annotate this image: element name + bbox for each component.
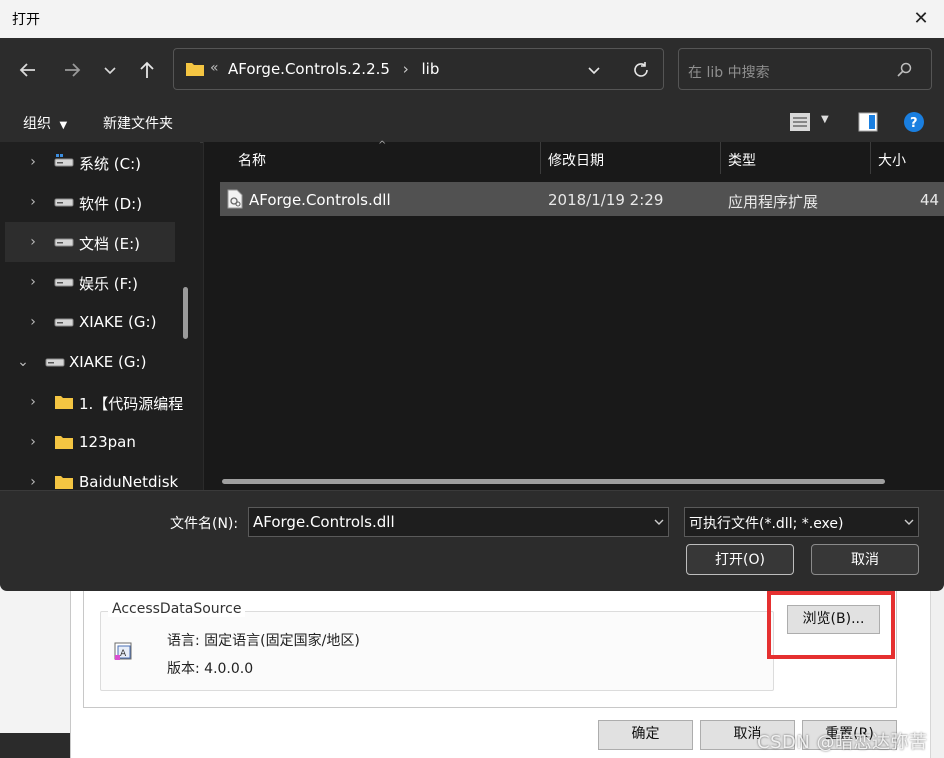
background-taskbar-strip (0, 733, 70, 758)
chevron-right-icon[interactable]: › (26, 222, 40, 262)
organize-label: 组织 (23, 116, 51, 132)
chevron-right-icon[interactable]: › (26, 142, 40, 182)
chevron-right-icon[interactable]: › (26, 422, 40, 462)
sort-ascending-icon: ^ (378, 140, 387, 151)
tree-item-label: XIAKE (G:) (79, 313, 157, 331)
open-button[interactable]: 打开(O) (686, 544, 794, 575)
horizontal-scrollbar-thumb[interactable] (222, 479, 885, 484)
folder-icon (55, 476, 73, 489)
tree-item[interactable]: › 文档 (E:) (5, 222, 175, 262)
search-icon[interactable] (896, 61, 914, 79)
filter-dropdown-icon[interactable] (901, 514, 917, 530)
title-bar (0, 0, 944, 38)
refresh-icon[interactable] (630, 59, 652, 81)
watermark-text: CSDN @暗恋达弥苦 (757, 732, 928, 753)
tree-item-label: 1.【代码源编程 (79, 395, 184, 413)
version-info: 版本: 4.0.0.0 (167, 661, 254, 677)
tree-item[interactable]: › 123pan (0, 422, 200, 462)
chevron-right-icon[interactable]: › (26, 262, 40, 302)
drive-icon (54, 198, 74, 207)
back-arrow-icon[interactable] (16, 58, 40, 82)
search-placeholder[interactable]: 在 lib 中搜索 (688, 62, 770, 82)
column-header-name[interactable]: 名称 (238, 150, 266, 170)
chevron-right-icon[interactable]: › (26, 302, 40, 342)
file-type-filter-value[interactable]: 可执行文件(*.dll; *.exe) (689, 513, 844, 533)
new-folder-button[interactable]: 新建文件夹 (103, 113, 173, 133)
background-scrollbar[interactable] (930, 577, 944, 758)
folder-icon (55, 436, 73, 449)
chevron-right-icon[interactable]: › (26, 182, 40, 222)
chevron-down-icon[interactable]: ⌄ (16, 342, 30, 382)
dialog-footer (0, 490, 944, 591)
chevron-right-icon[interactable]: › (26, 382, 40, 422)
file-size: 44 (920, 191, 940, 209)
column-separator[interactable] (720, 142, 721, 174)
column-header-type[interactable]: 类型 (728, 150, 756, 170)
address-overflow[interactable]: « (210, 60, 219, 76)
tree-item-label: XIAKE (G:) (69, 353, 147, 371)
address-path[interactable]: AForge.Controls.2.2.5 › lib (228, 60, 439, 78)
tree-item[interactable]: › 软件 (D:) (0, 182, 200, 222)
ok-button[interactable]: 确定 (598, 720, 693, 750)
filename-value[interactable]: AForge.Controls.dll (253, 513, 395, 531)
drive-icon (54, 238, 74, 247)
tree-item[interactable]: › XIAKE (G:) (0, 302, 200, 342)
address-dropdown-chevron-icon[interactable] (584, 60, 604, 80)
tree-item[interactable]: › 娱乐 (F:) (0, 262, 200, 302)
tree-item-label: 文档 (E:) (79, 235, 141, 253)
assembly-icon: A (114, 642, 132, 660)
file-type: 应用程序扩展 (728, 193, 819, 211)
tree-item-label: 123pan (79, 433, 136, 451)
view-list-icon[interactable] (789, 112, 811, 132)
drive-icon (54, 278, 74, 287)
tree-item-label: 软件 (D:) (79, 195, 143, 213)
tree-item[interactable]: ⌄ XIAKE (G:) (0, 342, 200, 382)
column-header-size[interactable]: 大小 (878, 150, 906, 170)
component-info-group (100, 611, 774, 691)
column-separator[interactable] (870, 142, 871, 174)
preview-pane-icon[interactable] (858, 112, 878, 132)
column-header-modified[interactable]: 修改日期 (548, 150, 604, 170)
forward-arrow-icon[interactable] (60, 58, 84, 82)
close-icon[interactable]: ✕ (908, 6, 934, 32)
up-arrow-icon[interactable] (135, 58, 159, 82)
svg-text:?: ? (910, 116, 918, 131)
tree-item-label: 娱乐 (F:) (79, 275, 138, 293)
tree-item-label: BaiduNetdisk (79, 473, 179, 491)
file-modified: 2018/1/19 2:29 (548, 191, 664, 209)
drive-icon (45, 358, 65, 367)
svg-text:A: A (120, 649, 127, 659)
tree-item[interactable]: › 1.【代码源编程 (0, 382, 200, 422)
recent-locations-chevron-icon[interactable] (100, 60, 120, 80)
tree-item-label: 系统 (C:) (79, 155, 141, 173)
view-options-dropdown-icon[interactable]: ▼ (821, 114, 829, 125)
file-name: AForge.Controls.dll (249, 191, 391, 209)
breadcrumb-segment[interactable]: AForge.Controls.2.2.5 (228, 60, 390, 78)
drive-icon (54, 154, 74, 167)
tree-scrollbar-thumb[interactable] (183, 287, 188, 339)
drive-icon (54, 318, 74, 327)
organize-dropdown-icon: ▼ (59, 120, 68, 131)
filename-dropdown-icon[interactable] (651, 514, 667, 530)
dll-file-icon (227, 189, 243, 209)
language-info: 语言: 固定语言(固定国家/地区) (167, 633, 360, 649)
folder-icon (55, 396, 73, 409)
dialog-title: 打开 (12, 12, 40, 28)
breadcrumb-separator: › (402, 60, 409, 78)
folder-icon (186, 63, 204, 76)
organize-menu[interactable]: 组织 ▼ (23, 113, 67, 133)
filename-label: 文件名(N): (170, 516, 239, 532)
help-icon[interactable]: ? (903, 111, 925, 133)
highlight-annotation-box (767, 591, 895, 659)
column-separator[interactable] (540, 142, 541, 174)
breadcrumb-segment[interactable]: lib (422, 60, 440, 78)
group-title: AccessDataSource (108, 601, 246, 617)
cancel-button[interactable]: 取消 (811, 544, 919, 575)
tree-item[interactable]: › 系统 (C:) (0, 142, 200, 182)
